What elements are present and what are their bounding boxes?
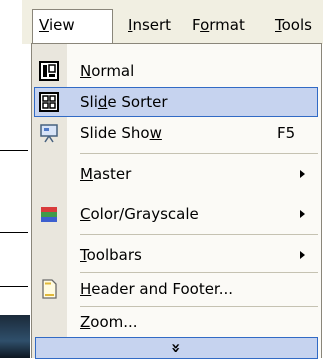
menu-item-label: Normal: [80, 62, 135, 80]
slide-divider: [0, 232, 28, 233]
chevron-double-down-icon: »: [167, 342, 187, 354]
submenu-arrow-icon: [300, 170, 305, 178]
menu-item-slide-show[interactable]: Slide Show F5: [32, 118, 321, 148]
menu-item-zoom[interactable]: Zoom...: [32, 307, 321, 337]
menu-item-label: Slide Show: [80, 124, 162, 142]
menu-item-label: Zoom...: [80, 313, 138, 331]
mnemonic: V: [39, 16, 49, 34]
menu-item-normal[interactable]: Normal: [32, 56, 321, 86]
menu-bar: View Insert Format Tools: [22, 0, 323, 44]
submenu-arrow-icon: [300, 251, 305, 259]
header-footer-icon: [42, 279, 57, 299]
menu-item-label: Color/Grayscale: [80, 205, 199, 223]
menu-item-label: Header and Footer...: [80, 280, 234, 298]
slide-sorter-icon: [39, 92, 59, 112]
slide-divider: [0, 286, 28, 287]
menu-label: F: [192, 16, 201, 34]
menu-insert[interactable]: Insert: [128, 10, 171, 40]
menu-item-master[interactable]: Master: [32, 159, 321, 189]
expand-menu-button[interactable]: »: [35, 337, 318, 359]
menu-tools[interactable]: Tools: [275, 10, 312, 40]
menu-label: rmat: [209, 16, 245, 34]
slide-panel: [0, 0, 30, 358]
submenu-arrow-icon: [300, 210, 305, 218]
hover-highlight: [34, 87, 318, 117]
menu-label: iew: [48, 16, 75, 34]
slide-show-icon: [40, 124, 58, 143]
menu-view[interactable]: View: [39, 10, 75, 40]
menu-item-slide-sorter[interactable]: Slide Sorter: [32, 87, 321, 117]
slide-divider: [0, 150, 28, 151]
menu-label: ools: [281, 16, 312, 34]
menu-label: nsert: [132, 16, 172, 34]
normal-view-icon: [39, 61, 59, 81]
menu-item-color-grayscale[interactable]: Color/Grayscale: [32, 199, 321, 229]
menu-item-header-footer[interactable]: Header and Footer...: [32, 274, 321, 304]
menu-item-label: Slide Sorter: [80, 93, 168, 111]
color-grayscale-icon: [41, 207, 57, 222]
mnemonic: T: [275, 16, 282, 34]
menu-separator: [80, 234, 318, 235]
slide-thumbnail: [0, 315, 30, 358]
view-dropdown-menu: Normal Slide Sorter Slide Show F5 Master: [31, 43, 322, 359]
shortcut-label: F5: [277, 124, 296, 142]
mnemonic: o: [200, 16, 210, 34]
menu-item-toolbars[interactable]: Toolbars: [32, 240, 321, 270]
menu-separator: [80, 272, 318, 273]
menu-item-label: Master: [80, 165, 132, 183]
menu-format[interactable]: Format: [192, 10, 245, 40]
menu-item-label: Toolbars: [80, 246, 142, 264]
menu-separator: [80, 153, 318, 154]
